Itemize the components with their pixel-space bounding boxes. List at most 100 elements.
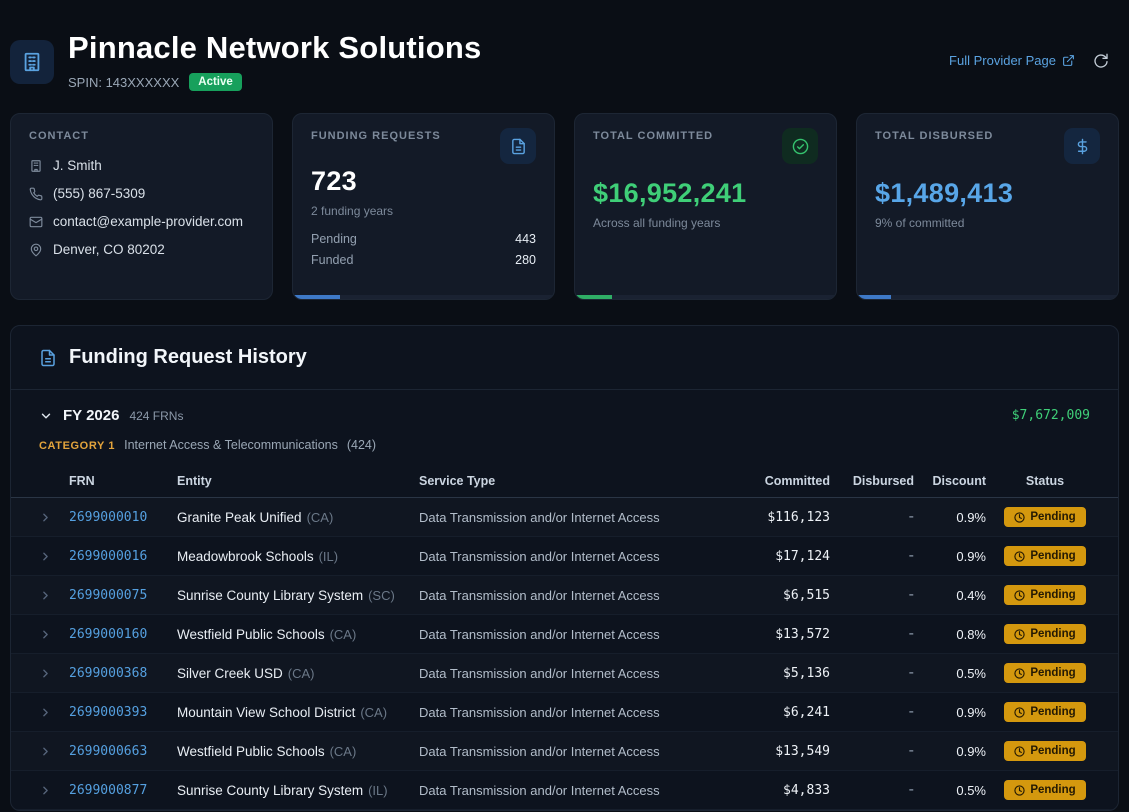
provider-building-icon xyxy=(10,40,54,84)
entity-state: (CA) xyxy=(288,666,315,681)
frn-link[interactable]: 2699000877 xyxy=(69,783,177,798)
pending-status-badge: Pending xyxy=(1004,741,1085,761)
frn-link[interactable]: 2699000075 xyxy=(69,588,177,603)
table-row[interactable]: 2699000368 Silver Creek USD(CA) Data Tra… xyxy=(11,654,1118,693)
disbursed-cell: - xyxy=(830,625,914,643)
total-committed-subtext: Across all funding years xyxy=(593,216,818,230)
entity-name: Meadowbrook Schools xyxy=(177,549,314,564)
disbursed-cell: - xyxy=(830,781,914,799)
col-header-disbursed: Disbursed xyxy=(830,474,914,488)
panel-title: Funding Request History xyxy=(69,346,307,369)
discount-cell: 0.9% xyxy=(914,705,986,720)
contact-card-label: CONTACT xyxy=(29,130,254,142)
full-provider-page-link[interactable]: Full Provider Page xyxy=(949,53,1075,68)
pending-status-badge: Pending xyxy=(1004,507,1085,527)
row-expand-icon[interactable] xyxy=(39,745,69,758)
pending-status-badge: Pending xyxy=(1004,663,1085,683)
funding-requests-value: 723 xyxy=(311,166,536,197)
contact-email-row: contact@example-provider.com xyxy=(29,214,254,229)
fy-year-label: FY 2026 xyxy=(63,407,119,424)
frn-link[interactable]: 2699000663 xyxy=(69,744,177,759)
service-type-cell: Data Transmission and/or Internet Access xyxy=(419,705,718,720)
row-expand-icon[interactable] xyxy=(39,706,69,719)
status-text: Pending xyxy=(1030,667,1075,679)
status-text: Pending xyxy=(1030,550,1075,562)
pending-status-badge: Pending xyxy=(1004,624,1085,644)
summary-cards: CONTACT J. Smith (555) 867-5309 xyxy=(10,113,1119,300)
category-label: CATEGORY 1 xyxy=(39,440,115,452)
status-text: Pending xyxy=(1030,706,1075,718)
dollar-icon xyxy=(1064,128,1100,164)
page-header: Pinnacle Network Solutions SPIN: 143XXXX… xyxy=(0,0,1129,105)
clock-icon xyxy=(1014,512,1025,523)
committed-cell: $6,515 xyxy=(718,588,830,603)
row-expand-icon[interactable] xyxy=(39,589,69,602)
table-row[interactable]: 2699000016 Meadowbrook Schools (IL) Data … xyxy=(11,537,1118,576)
row-expand-icon[interactable] xyxy=(39,784,69,797)
entity-cell: Mountain View School District(CA) xyxy=(177,705,419,720)
spin-label: SPIN: 143XXXXXX xyxy=(68,75,179,90)
chevron-down-icon xyxy=(39,409,53,423)
entity-cell: Silver Creek USD(CA) xyxy=(177,666,419,681)
frn-link[interactable]: 2699000010 xyxy=(69,510,177,525)
row-expand-icon[interactable] xyxy=(39,550,69,563)
table-header-row: FRN Entity Service Type Committed Disbur… xyxy=(11,464,1118,498)
committed-cell: $17,124 xyxy=(718,549,830,564)
funded-value: 280 xyxy=(515,253,536,267)
contact-name-row: J. Smith xyxy=(29,158,254,173)
discount-cell: 0.9% xyxy=(914,549,986,564)
table-row[interactable]: 2699000160 Westfield Public Schools(CA) … xyxy=(11,615,1118,654)
disbursed-cell: - xyxy=(830,742,914,760)
service-type-cell: Data Transmission and/or Internet Access xyxy=(419,744,718,759)
entity-state: (IL) xyxy=(319,549,339,564)
frn-link[interactable]: 2699000368 xyxy=(69,666,177,681)
pending-status-badge: Pending xyxy=(1004,546,1085,566)
total-disbursed-card: TOTAL DISBURSED $1,489,413 9% of committ… xyxy=(856,113,1119,300)
table-row[interactable]: 2699000877 Sunrise County Library System… xyxy=(11,771,1118,810)
refresh-button[interactable] xyxy=(1093,53,1109,69)
discount-cell: 0.5% xyxy=(914,783,986,798)
contact-name: J. Smith xyxy=(53,158,102,173)
frn-link[interactable]: 2699000393 xyxy=(69,705,177,720)
clock-icon xyxy=(1014,668,1025,679)
clock-icon xyxy=(1014,551,1025,562)
frn-link[interactable]: 2699000160 xyxy=(69,627,177,642)
pending-label: Pending xyxy=(311,232,357,246)
entity-name: Sunrise County Library System xyxy=(177,783,363,798)
entity-state: (CA) xyxy=(330,744,357,759)
contact-email: contact@example-provider.com xyxy=(53,214,243,229)
table-row[interactable]: 2699000663 Westfield Public Schools(CA) … xyxy=(11,732,1118,771)
table-row[interactable]: 2699000075 Sunrise County Library System… xyxy=(11,576,1118,615)
mail-icon xyxy=(29,215,43,229)
funding-requests-progress-bar xyxy=(293,295,554,299)
entity-state: (SC) xyxy=(368,588,395,603)
committed-cell: $5,136 xyxy=(718,666,830,681)
entity-cell: Westfield Public Schools(CA) xyxy=(177,744,419,759)
committed-cell: $116,123 xyxy=(718,510,830,525)
row-expand-icon[interactable] xyxy=(39,628,69,641)
pending-status-badge: Pending xyxy=(1004,702,1085,722)
table-row[interactable]: 2699000010 Granite Peak Unified(CA) Data… xyxy=(11,498,1118,537)
row-expand-icon[interactable] xyxy=(39,511,69,524)
service-type-cell: Data Transmission and/or Internet Access xyxy=(419,549,718,564)
col-header-discount: Discount xyxy=(914,474,986,488)
status-badge: Active xyxy=(189,73,242,91)
fy-2026-group-toggle[interactable]: FY 2026 424 FRNs $7,672,009 xyxy=(11,390,1118,430)
entity-name: Westfield Public Schools xyxy=(177,627,325,642)
full-provider-page-label: Full Provider Page xyxy=(949,53,1056,68)
col-header-status: Status xyxy=(986,474,1104,488)
pending-status-badge: Pending xyxy=(1004,780,1085,800)
contact-phone: (555) 867-5309 xyxy=(53,186,145,201)
frn-link[interactable]: 2699000016 xyxy=(69,549,177,564)
check-circle-icon xyxy=(782,128,818,164)
entity-name: Mountain View School District xyxy=(177,705,355,720)
committed-cell: $6,241 xyxy=(718,705,830,720)
entity-name: Sunrise County Library System xyxy=(177,588,363,603)
row-expand-icon[interactable] xyxy=(39,667,69,680)
table-row[interactable]: 2699000393 Mountain View School District… xyxy=(11,693,1118,732)
discount-cell: 0.4% xyxy=(914,588,986,603)
phone-icon xyxy=(29,187,43,201)
total-disbursed-label: TOTAL DISBURSED xyxy=(875,130,993,142)
disbursed-cell: - xyxy=(830,508,914,526)
discount-cell: 0.5% xyxy=(914,666,986,681)
